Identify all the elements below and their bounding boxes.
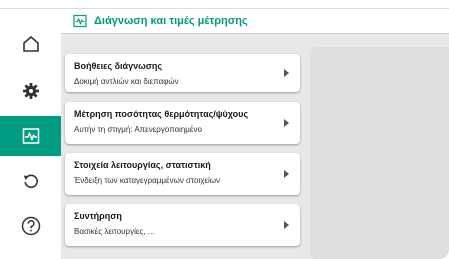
gear-icon — [21, 81, 41, 101]
menu-item-title: Στοιχεία λειτουργίας, στατιστική — [74, 160, 211, 170]
menu-item-subtitle: Δοκιμή αντλιών και διεπαφών — [74, 77, 179, 86]
menu-item-heat-measurement[interactable]: Μέτρηση ποσότητας θερμότητας/ψύχους Αυτή… — [65, 102, 300, 144]
diagnostics-pulse-icon — [73, 14, 87, 28]
undo-icon — [21, 171, 41, 191]
menu-item-diagnostic-aids[interactable]: Βοήθειες διάγνωσης Δοκιμή αντλιών και δι… — [65, 54, 300, 92]
chevron-right-icon — [284, 69, 289, 77]
menu-item-title: Μέτρηση ποσότητας θερμότητας/ψύχους — [74, 109, 249, 119]
top-edge — [0, 0, 449, 9]
sidebar-item-settings[interactable] — [0, 71, 61, 111]
sidebar-item-home[interactable] — [0, 24, 61, 64]
help-icon — [20, 215, 42, 237]
detail-panel — [310, 47, 449, 259]
page-title: Διάγνωση και τιμές μέτρησης — [94, 15, 248, 27]
chevron-right-icon — [284, 221, 289, 229]
menu-item-subtitle: Αυτήν τη στιγμή: Απενεργοποιημένο — [74, 125, 202, 134]
header: Διάγνωση και τιμές μέτρησης — [61, 9, 449, 34]
sidebar-item-restore[interactable] — [0, 161, 61, 201]
menu-item-subtitle: Βασικές λειτουργίες, ... — [74, 227, 155, 236]
app-window: Διάγνωση και τιμές μέτρησης Βοήθειες διά… — [0, 0, 449, 259]
menu-item-title: Συντήρηση — [74, 211, 122, 221]
menu-item-subtitle: Ένδειξη των καταγεγραμμένων στοιχείων — [74, 176, 221, 185]
content-area: Βοήθειες διάγνωσης Δοκιμή αντλιών και δι… — [61, 34, 449, 259]
home-icon — [21, 34, 41, 54]
menu-item-title: Βοήθειες διάγνωσης — [74, 61, 163, 71]
diagnostics-pulse-icon — [21, 126, 41, 146]
menu-item-maintenance[interactable]: Συντήρηση Βασικές λειτουργίες, ... — [65, 204, 300, 246]
sidebar — [0, 9, 61, 259]
chevron-right-icon — [284, 170, 289, 178]
sidebar-item-help[interactable] — [0, 206, 61, 246]
menu-item-operation-statistics[interactable]: Στοιχεία λειτουργίας, στατιστική Ένδειξη… — [65, 153, 300, 195]
chevron-right-icon — [284, 119, 289, 127]
sidebar-item-diagnostics[interactable] — [0, 116, 61, 156]
